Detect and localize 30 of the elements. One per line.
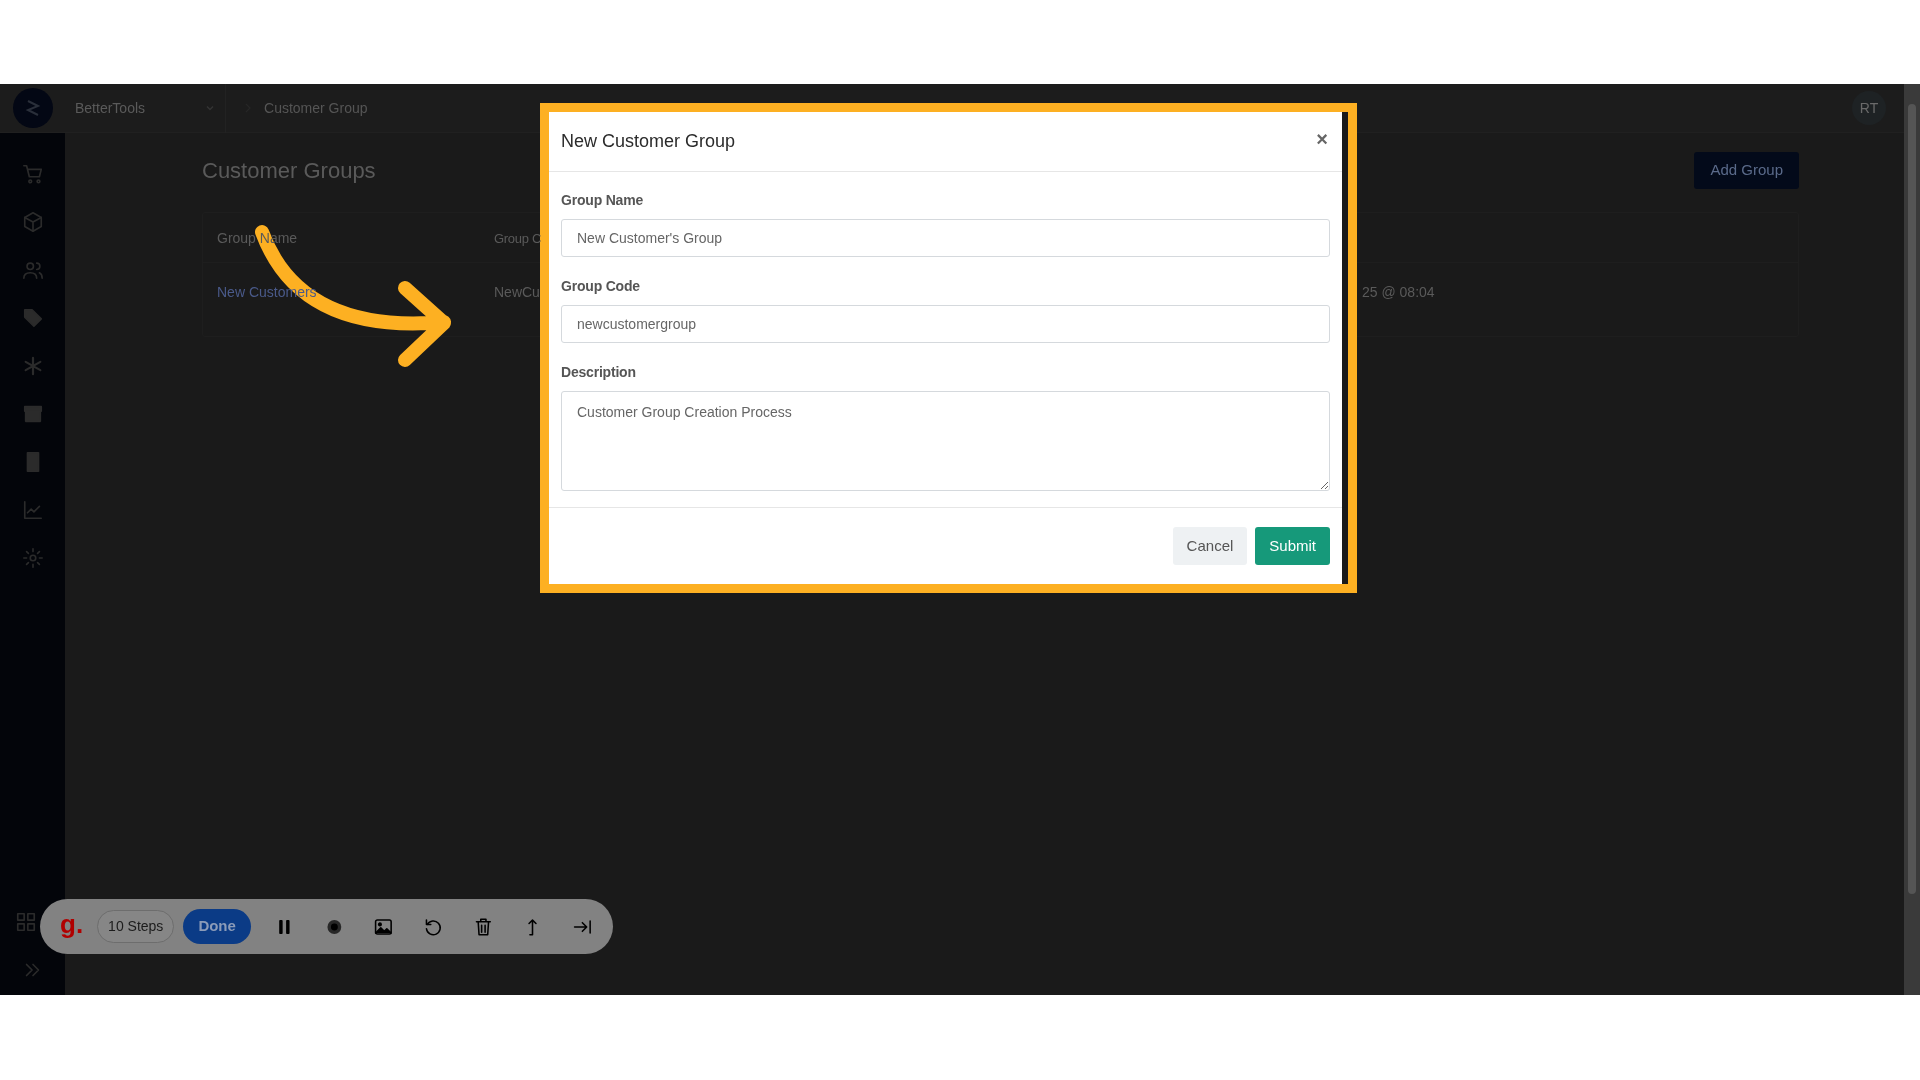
done-button[interactable]: Done <box>183 909 251 944</box>
box-icon[interactable] <box>21 211 44 233</box>
breadcrumb[interactable]: Customer Group <box>264 97 368 119</box>
field-label: Group Code <box>561 277 641 296</box>
user-avatar[interactable]: RT <box>1852 91 1886 125</box>
cancel-button[interactable]: Cancel <box>1172 527 1248 565</box>
text-input[interactable]: New Customer's Group <box>561 219 1330 257</box>
settings-icon[interactable] <box>21 547 44 569</box>
field-label: Description <box>561 363 637 382</box>
description-textarea[interactable]: Customer Group Creation Process <box>561 391 1330 491</box>
apps-grid-icon[interactable] <box>14 911 37 933</box>
submit-button[interactable]: Submit <box>1255 527 1330 565</box>
page-title: Customer Groups <box>202 157 376 185</box>
scrollbar[interactable] <box>1904 84 1920 995</box>
text-input[interactable]: newcustomergroup <box>561 305 1330 343</box>
chart-icon[interactable] <box>21 499 44 521</box>
org-selector[interactable]: BetterTools <box>65 83 227 133</box>
table-cell: NewCu <box>494 284 540 300</box>
add-group-button[interactable]: Add Group <box>1694 152 1799 189</box>
store-icon[interactable] <box>21 403 44 425</box>
steps-counter: 10 Steps <box>97 910 175 943</box>
modal-title: New Customer Group <box>561 130 736 153</box>
logo-icon[interactable] <box>12 88 53 128</box>
cart-icon[interactable] <box>21 163 44 185</box>
tags-icon[interactable] <box>21 307 44 329</box>
field-label: Group Name <box>561 191 644 210</box>
table-cell: 25 @ 08:04 <box>1362 284 1435 300</box>
close-button[interactable]: × <box>1316 128 1328 149</box>
users-icon[interactable] <box>21 259 44 281</box>
recorder-logo: g. <box>60 910 84 937</box>
